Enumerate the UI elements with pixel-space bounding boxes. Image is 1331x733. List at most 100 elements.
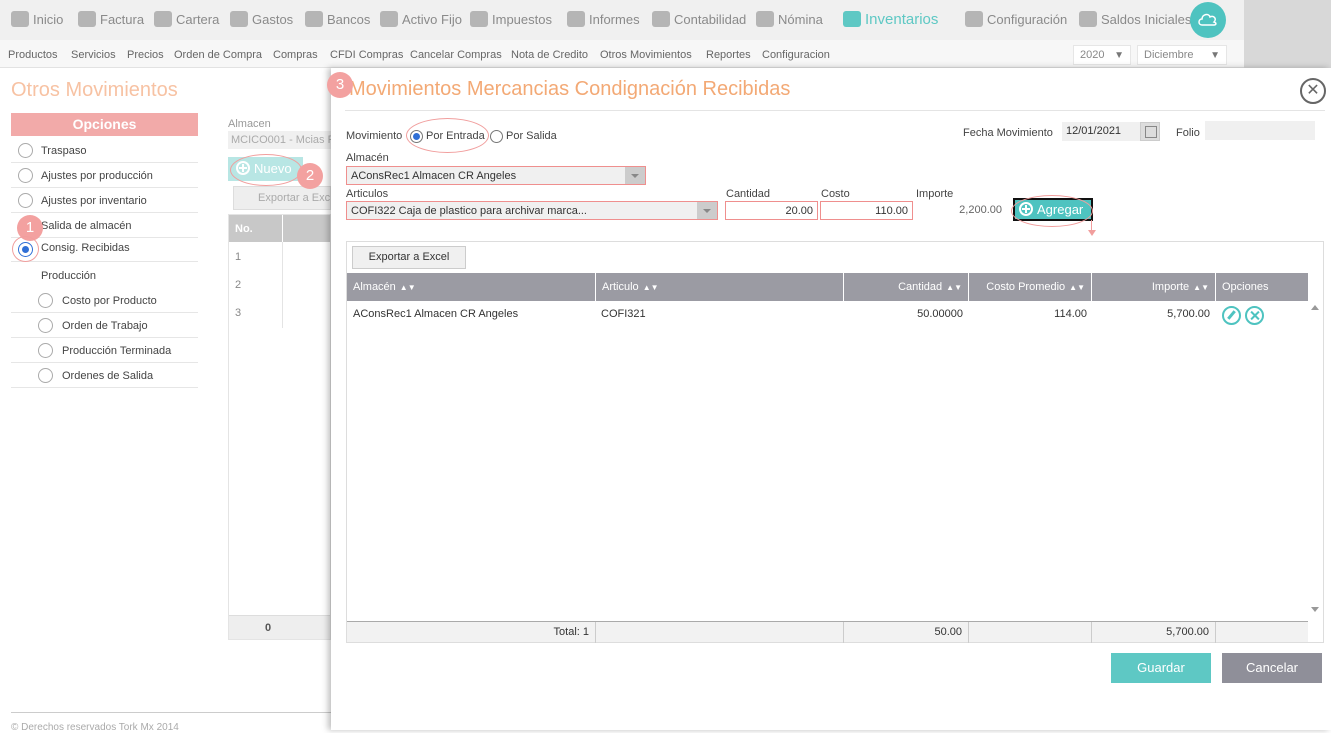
- option-ajustes-produccion[interactable]: Ajustes por producción: [11, 163, 198, 188]
- radio-button[interactable]: [18, 168, 33, 183]
- chevron-down-icon: [625, 167, 645, 184]
- radio-button[interactable]: [38, 368, 53, 383]
- footer-blank: [596, 622, 844, 643]
- export-excel-button[interactable]: Exportar a Excel: [233, 186, 331, 210]
- items-grid: Exportar a Excel Almacén ▲▼ Articulo ▲▼ Ca…: [346, 241, 1324, 643]
- cantidad-label: Cantidad: [726, 188, 771, 200]
- tag-icon: [78, 11, 96, 27]
- nav-bancos[interactable]: Bancos: [305, 8, 370, 30]
- cloud-sync-button[interactable]: [1190, 2, 1226, 38]
- clipboard-icon: [652, 11, 670, 27]
- option-ajustes-inventario[interactable]: Ajustes por inventario: [11, 188, 198, 213]
- option-ordenes-de-salida[interactable]: Ordenes de Salida: [11, 363, 198, 388]
- grid-scrollbar[interactable]: [1307, 301, 1323, 620]
- guardar-button[interactable]: Guardar: [1111, 653, 1211, 683]
- radio-button[interactable]: [38, 343, 53, 358]
- nav-contabilidad[interactable]: Contabilidad: [652, 8, 746, 30]
- cart-icon: [230, 11, 248, 27]
- grid-footer: Total: 1 50.00 5,700.00: [347, 621, 1308, 643]
- chevron-down-icon: [697, 202, 717, 219]
- column-header-articulo[interactable]: Articulo ▲▼: [596, 273, 844, 301]
- month-select[interactable]: Diciembre ▼: [1137, 45, 1227, 65]
- subnav-productos[interactable]: Productos: [8, 49, 58, 61]
- sort-icon: ▲▼: [1069, 283, 1085, 292]
- radio-button[interactable]: [38, 293, 53, 308]
- table-row[interactable]: 2: [235, 279, 241, 291]
- cantidad-input[interactable]: 20.00: [725, 201, 818, 220]
- subnav-orden-de-compra[interactable]: Orden de Compra: [174, 49, 262, 61]
- option-orden-de-trabajo[interactable]: Orden de Trabajo: [11, 313, 198, 338]
- subnav-servicios[interactable]: Servicios: [71, 49, 116, 61]
- movements-table: No. 1 2 3 0: [228, 214, 331, 640]
- edit-icon[interactable]: [1222, 306, 1241, 325]
- almacen-select[interactable]: AConsRec1 Almacen CR Angeles: [346, 166, 646, 185]
- footer-importe: 5,700.00: [1092, 622, 1216, 643]
- year-select[interactable]: 2020 ▼: [1073, 45, 1131, 65]
- calendar-icon[interactable]: [1140, 122, 1160, 141]
- option-consig-recibidas[interactable]: Consig. Recibidas: [11, 237, 198, 262]
- fecha-movimiento-input[interactable]: 12/01/2021: [1062, 122, 1140, 141]
- column-header-no[interactable]: No.: [235, 223, 253, 235]
- callout-ring: [406, 118, 489, 153]
- costo-input[interactable]: 110.00: [820, 201, 913, 220]
- radio-button[interactable]: [18, 193, 33, 208]
- cancelar-button[interactable]: Cancelar: [1222, 653, 1322, 683]
- nav-factura[interactable]: Factura: [78, 8, 144, 30]
- export-excel-button[interactable]: Exportar a Excel: [352, 246, 466, 269]
- cell-cantidad: 50.00000: [917, 308, 963, 320]
- house-icon: [380, 11, 398, 27]
- por-salida-label[interactable]: Por Salida: [506, 130, 557, 142]
- subnav-compras[interactable]: Compras: [273, 49, 318, 61]
- scroll-down-icon[interactable]: [1311, 607, 1319, 612]
- radio-button[interactable]: [38, 318, 53, 333]
- column-header-cantidad[interactable]: Cantidad ▲▼: [844, 273, 969, 301]
- radio-por-salida[interactable]: [490, 130, 503, 143]
- nav-impuestos[interactable]: Impuestos: [470, 8, 552, 30]
- option-costo-por-producto[interactable]: Costo por Producto: [11, 288, 198, 313]
- options-header: Opciones: [11, 113, 198, 136]
- cloud-icon: [11, 11, 29, 27]
- nav-gastos[interactable]: Gastos: [230, 8, 293, 30]
- subnav-reportes[interactable]: Reportes: [706, 49, 751, 61]
- column-header-almacen[interactable]: Almacén ▲▼: [347, 273, 596, 301]
- subnav-cfdi-compras[interactable]: CFDI Compras: [330, 49, 403, 61]
- column-header-importe[interactable]: Importe ▲▼: [1092, 273, 1216, 301]
- callout-ring: [12, 236, 39, 262]
- grid-header: Almacén ▲▼ Articulo ▲▼ Cantidad ▲▼ Costo Pr…: [347, 273, 1308, 301]
- nav-inventarios[interactable]: Inventarios: [843, 8, 938, 30]
- folio-label: Folio: [1176, 127, 1200, 139]
- table-row[interactable]: 3: [235, 307, 241, 319]
- sub-navigation: Productos Servicios Precios Orden de Com…: [0, 40, 1244, 68]
- nav-nomina[interactable]: Nómina: [756, 8, 823, 30]
- footer-divider: [11, 712, 331, 713]
- radio-button[interactable]: [18, 143, 33, 158]
- nav-configuracion[interactable]: Configuración: [965, 8, 1067, 30]
- articulo-select[interactable]: COFI322 Caja de plastico para archivar m…: [346, 201, 718, 220]
- column-header-costo-promedio[interactable]: Costo Promedio ▲▼: [969, 273, 1092, 301]
- table-row[interactable]: 1: [235, 251, 241, 263]
- folio-input[interactable]: [1205, 121, 1315, 140]
- subnav-configuracion[interactable]: Configuracion: [762, 49, 830, 61]
- safe-icon: [305, 11, 323, 27]
- nav-cartera[interactable]: Cartera: [154, 8, 219, 30]
- subnav-cancelar-compras[interactable]: Cancelar Compras: [410, 49, 502, 61]
- subnav-nota-de-credito[interactable]: Nota de Credito: [511, 49, 588, 61]
- option-traspaso[interactable]: Traspaso: [11, 138, 198, 163]
- delete-icon[interactable]: [1245, 306, 1264, 325]
- close-button[interactable]: ✕: [1300, 78, 1326, 104]
- almacen-select[interactable]: MCICO001 - Mcias F: [228, 131, 331, 149]
- subnav-otros-movimientos[interactable]: Otros Movimientos: [600, 49, 692, 61]
- nav-saldos-iniciales[interactable]: Saldos Iniciales: [1079, 8, 1191, 30]
- top-navigation: Inicio Factura Cartera Gastos Bancos Act…: [0, 0, 1331, 40]
- close-icon: ✕: [1306, 82, 1320, 99]
- option-produccion-terminada[interactable]: Producción Terminada: [11, 338, 198, 363]
- cell-costo-promedio: 114.00: [1054, 308, 1087, 320]
- nav-activo-fijo[interactable]: Activo Fijo: [380, 8, 462, 30]
- nav-informes[interactable]: Informes: [567, 8, 640, 30]
- table-header: No.: [229, 215, 330, 242]
- nav-inicio[interactable]: Inicio: [11, 8, 63, 30]
- modal-dialog: Movimientos Mercancias Condignación Reci…: [331, 68, 1331, 730]
- subnav-precios[interactable]: Precios: [127, 49, 164, 61]
- scroll-up-icon[interactable]: [1311, 305, 1319, 310]
- callout-ring: [1011, 195, 1093, 227]
